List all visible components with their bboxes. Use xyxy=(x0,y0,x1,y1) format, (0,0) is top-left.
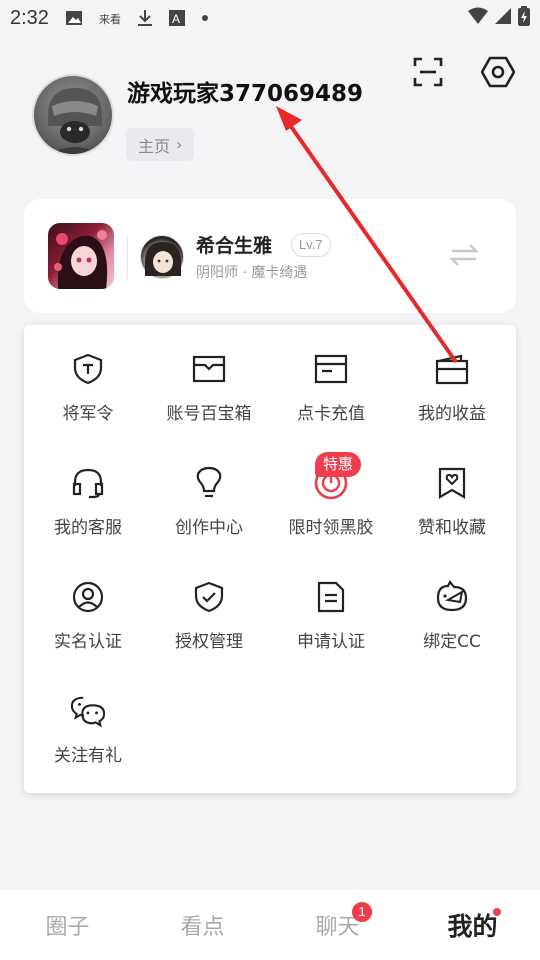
download-icon xyxy=(137,9,153,27)
tab-chat[interactable]: 聊天 xyxy=(270,890,405,960)
menu-item-account-box[interactable]: 账号百宝箱 xyxy=(145,325,273,435)
battery-icon xyxy=(518,6,530,31)
font-icon: A xyxy=(168,10,185,26)
tab-mine[interactable]: 我的 xyxy=(405,890,540,960)
app-logo-icon: 来看 xyxy=(99,11,121,25)
character-avatar xyxy=(140,235,184,279)
gallery-icon xyxy=(65,10,83,26)
document-icon xyxy=(313,579,349,615)
chat-unread-badge: 1 xyxy=(352,902,372,922)
menu-label: 将军令 xyxy=(62,404,114,424)
tab-circle[interactable]: 圈子 xyxy=(0,890,135,960)
card-divider xyxy=(127,235,128,279)
menu-item-bind-cc[interactable]: 绑定CC xyxy=(388,553,516,663)
character-server: 阴阳师 · 魔卡绮遇 xyxy=(196,265,308,281)
game-icon[interactable] xyxy=(48,223,114,289)
menu-item-jiangjunling[interactable]: 将军令 xyxy=(24,325,152,435)
menu-item-creator-center[interactable]: 创作中心 xyxy=(145,439,273,549)
level-badge: Lv.7 xyxy=(291,233,331,257)
cc-mascot-icon xyxy=(434,579,470,615)
wallet-icon xyxy=(434,351,470,387)
menu-label: 实名认证 xyxy=(54,632,122,652)
chevron-right-icon: › xyxy=(176,135,183,154)
user-circle-icon xyxy=(70,579,106,615)
menu-item-follow-gift[interactable]: 关注有礼 xyxy=(24,667,152,777)
swap-icon[interactable] xyxy=(449,243,479,271)
home-button[interactable]: 主页 › xyxy=(126,128,195,161)
menu-item-apply-verify[interactable]: 申请认证 xyxy=(267,553,395,663)
menu-item-earnings[interactable]: 我的收益 xyxy=(388,325,516,435)
service-menu: 将军令 账号百宝箱 点卡充值 我的收益 我的客服 创作中心 限时领黑胶 赞和收藏… xyxy=(24,325,516,793)
menu-label: 绑定CC xyxy=(423,632,481,652)
svg-text:A: A xyxy=(172,12,180,26)
signal-icon xyxy=(494,7,512,30)
annotation-arrow-head xyxy=(276,106,302,131)
tab-highlights[interactable]: 看点 xyxy=(135,890,270,960)
menu-label: 我的收益 xyxy=(418,404,486,424)
dot-icon xyxy=(201,14,209,22)
menu-label: 关注有礼 xyxy=(54,746,122,766)
notification-dot xyxy=(493,908,501,916)
settings-hex-icon[interactable] xyxy=(480,54,516,90)
scan-icon[interactable] xyxy=(410,54,446,90)
menu-item-authorization[interactable]: 授权管理 xyxy=(145,553,273,663)
menu-item-real-name[interactable]: 实名认证 xyxy=(24,553,152,663)
menu-label: 账号百宝箱 xyxy=(166,404,252,424)
menu-label: 创作中心 xyxy=(175,518,243,538)
svg-text:来看: 来看 xyxy=(99,12,121,25)
username: 游戏玩家377069489 xyxy=(127,81,364,107)
menu-item-card-recharge[interactable]: 点卡充值 xyxy=(267,325,395,435)
menu-label: 我的客服 xyxy=(54,518,122,538)
menu-label: 授权管理 xyxy=(175,632,243,652)
game-role-card[interactable]: 希合生雅 Lv.7 阴阳师 · 魔卡绮遇 xyxy=(24,199,516,313)
bottom-nav: 圈子 看点 聊天 我的 xyxy=(0,890,540,960)
treasure-box-icon xyxy=(191,351,227,387)
menu-item-likes-favorites[interactable]: 赞和收藏 xyxy=(388,439,516,549)
avatar[interactable] xyxy=(32,74,114,156)
menu-label: 点卡充值 xyxy=(297,404,365,424)
menu-label: 申请认证 xyxy=(297,632,365,652)
status-time: 2:32 xyxy=(10,6,49,29)
wechat-icon xyxy=(70,693,106,729)
menu-item-customer-service[interactable]: 我的客服 xyxy=(24,439,152,549)
menu-label: 赞和收藏 xyxy=(418,518,486,538)
shield-check-icon xyxy=(191,579,227,615)
lightbulb-icon xyxy=(191,465,227,501)
home-button-label: 主页 xyxy=(138,136,171,156)
promo-badge: 特惠 xyxy=(315,452,362,477)
menu-label: 限时领黑胶 xyxy=(288,518,374,538)
headset-icon xyxy=(70,465,106,501)
wifi-icon xyxy=(468,7,488,30)
bookmark-heart-icon xyxy=(434,465,470,501)
shield-t-icon xyxy=(70,351,106,387)
card-icon xyxy=(313,351,349,387)
status-bar: 2:32 来看 A xyxy=(0,0,540,36)
character-name: 希合生雅 xyxy=(196,235,273,257)
